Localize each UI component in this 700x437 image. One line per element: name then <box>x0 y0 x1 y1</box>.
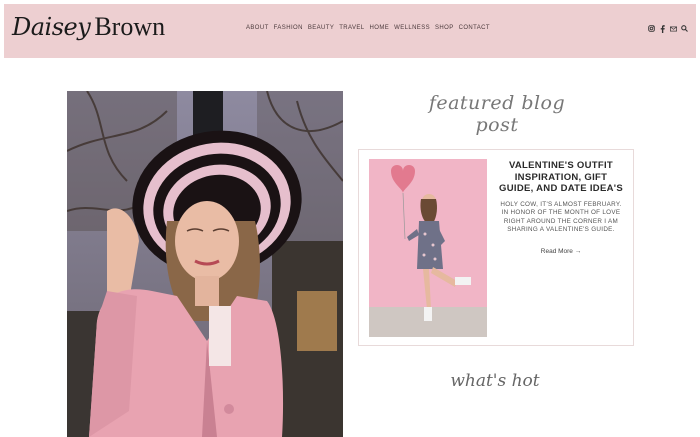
email-icon[interactable] <box>670 25 677 32</box>
logo-script-text: Daisey <box>12 13 91 41</box>
social-links <box>648 24 688 33</box>
featured-post-title[interactable]: VALENTINE'S OUTFIT INSPIRATION, GIFT GUI… <box>497 160 625 195</box>
nav-fashion[interactable]: FASHION <box>274 25 303 31</box>
nav-about[interactable]: ABOUT <box>246 25 269 31</box>
nav-home[interactable]: HOME <box>370 25 390 31</box>
site-logo[interactable]: Daisey Brown <box>12 12 165 52</box>
featured-post-body: VALENTINE'S OUTFIT INSPIRATION, GIFT GUI… <box>497 160 625 258</box>
whats-hot-heading: what's hot <box>450 371 540 391</box>
featured-heading: featured blog post <box>428 92 566 136</box>
logo-serif-text: Brown <box>94 12 166 41</box>
nav-contact[interactable]: CONTACT <box>459 25 490 31</box>
facebook-icon[interactable] <box>659 24 666 33</box>
site-header: Daisey Brown ABOUT FASHION BEAUTY TRAVEL… <box>4 4 696 58</box>
featured-post-image[interactable] <box>369 159 487 337</box>
nav-travel[interactable]: TRAVEL <box>339 25 364 31</box>
nav-wellness[interactable]: WELLNESS <box>394 25 430 31</box>
read-more-link[interactable]: Read More → <box>541 248 581 255</box>
nav-shop[interactable]: SHOP <box>435 25 454 31</box>
instagram-icon[interactable] <box>648 25 655 32</box>
main-nav: ABOUT FASHION BEAUTY TRAVEL HOME WELLNES… <box>246 25 490 31</box>
featured-post-excerpt: HOLY COW, IT'S ALMOST FEBRUARY. IN HONOR… <box>500 200 622 234</box>
search-icon[interactable] <box>681 25 688 32</box>
nav-beauty[interactable]: BEAUTY <box>308 25 334 31</box>
hero-photo[interactable] <box>67 91 343 437</box>
featured-post-card: VALENTINE'S OUTFIT INSPIRATION, GIFT GUI… <box>358 149 634 346</box>
